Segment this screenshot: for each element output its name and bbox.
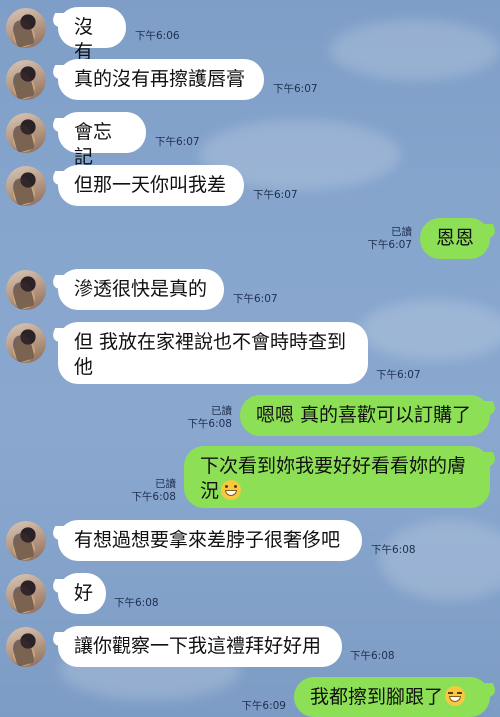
message-text: 恩恩 <box>436 227 475 249</box>
message-time: 下午6:08 <box>350 650 395 662</box>
message-time: 下午6:07 <box>273 83 318 95</box>
outgoing-message[interactable]: 我都擦到腳跟了 <box>294 677 490 717</box>
incoming-message[interactable]: 滲透很快是真的 <box>58 269 224 310</box>
message-time: 下午6:07 <box>253 189 298 201</box>
incoming-message[interactable]: 但 我放在家裡說也不會時時查到 他 <box>58 322 368 384</box>
contact-avatar[interactable] <box>6 113 46 153</box>
message-text: 真的沒有再擦護唇膏 <box>74 68 246 90</box>
message-time: 下午6:08 <box>187 418 232 430</box>
message-text: 會忘記 <box>74 121 113 168</box>
contact-avatar[interactable] <box>6 574 46 614</box>
contact-avatar[interactable] <box>6 166 46 206</box>
message-time: 下午6:07 <box>155 136 200 148</box>
incoming-message[interactable]: 沒有 <box>58 7 126 63</box>
contact-avatar[interactable] <box>6 60 46 100</box>
incoming-message[interactable]: 但那一天你叫我差 <box>58 165 244 206</box>
contact-avatar[interactable] <box>6 521 46 561</box>
message-text-line: 下次看到妳我要好好看看妳的膚 <box>200 455 467 477</box>
background-cloud <box>360 300 500 360</box>
message-text: 嗯嗯 真的喜歡可以訂購了 <box>256 404 472 426</box>
message-text: 滲透很快是真的 <box>74 278 208 300</box>
read-receipt: 已讀 <box>155 478 176 490</box>
message-time: 下午6:08 <box>371 544 416 556</box>
message-time: 下午6:07 <box>233 293 278 305</box>
background-cloud <box>330 20 500 80</box>
message-time: 下午6:07 <box>367 239 412 251</box>
read-receipt: 已讀 <box>211 405 232 417</box>
background-cloud <box>380 520 500 600</box>
message-text-line: 他 <box>74 356 94 378</box>
incoming-message[interactable]: 有想過想要拿來差脖子很奢侈吧 <box>58 520 362 561</box>
message-text: 但那一天你叫我差 <box>74 174 227 196</box>
incoming-message[interactable]: 真的沒有再擦護唇膏 <box>58 59 264 100</box>
incoming-message[interactable]: 讓你觀察一下我這禮拜好好用 <box>58 626 342 667</box>
message-text-line: 況 <box>200 480 220 502</box>
message-text: 讓你觀察一下我這禮拜好好用 <box>74 635 322 657</box>
contact-avatar[interactable] <box>6 270 46 310</box>
message-text: 好 <box>74 582 94 604</box>
grinning-face-icon <box>221 480 242 500</box>
message-time: 下午6:08 <box>131 491 176 503</box>
contact-avatar[interactable] <box>6 627 46 667</box>
outgoing-message[interactable]: 下次看到妳我要好好看看妳的膚 況 <box>184 446 490 508</box>
message-text: 我都擦到腳跟了 <box>310 686 444 708</box>
message-time: 下午6:09 <box>241 700 286 712</box>
message-text-line: 但 我放在家裡說也不會時時查到 <box>74 331 347 353</box>
outgoing-message[interactable]: 嗯嗯 真的喜歡可以訂購了 <box>240 395 490 436</box>
contact-avatar[interactable] <box>6 8 46 48</box>
incoming-message[interactable]: 會忘記 <box>58 112 146 168</box>
outgoing-message[interactable]: 恩恩 <box>420 218 490 259</box>
read-receipt: 已讀 <box>391 226 412 238</box>
contact-avatar[interactable] <box>6 323 46 363</box>
incoming-message[interactable]: 好 <box>58 573 106 614</box>
message-time: 下午6:08 <box>114 597 159 609</box>
message-text: 沒有 <box>74 16 94 63</box>
message-time: 下午6:07 <box>376 369 421 381</box>
message-text: 有想過想要拿來差脖子很奢侈吧 <box>74 529 341 551</box>
message-time: 下午6:06 <box>135 30 180 42</box>
squinting-laughing-face-icon <box>445 686 466 706</box>
